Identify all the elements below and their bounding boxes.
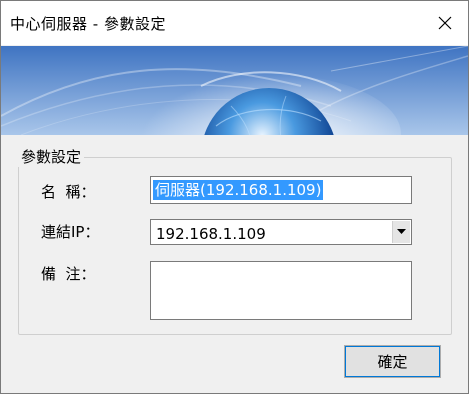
globe-banner-image (1, 46, 468, 135)
close-icon (438, 16, 452, 30)
ip-label: 連結IP： (41, 223, 100, 241)
window-title: 中心伺服器 - 參數設定 (10, 15, 166, 33)
name-input[interactable]: 伺服器(192.168.1.109) (150, 176, 412, 204)
note-textarea[interactable] (150, 261, 412, 320)
close-button[interactable] (422, 1, 468, 45)
group-legend: 參數設定 (18, 146, 85, 167)
ok-button[interactable]: 確定 (344, 345, 441, 378)
name-input-value: 伺服器(192.168.1.109) (153, 180, 324, 200)
name-label: 名 稱： (41, 183, 96, 201)
dialog-window: 中心伺服器 - 參數設定 參數設定 名 稱： 伺服器(192.168.1.109… (0, 0, 469, 394)
note-label: 備 注： (41, 265, 96, 283)
title-bar: 中心伺服器 - 參數設定 (1, 1, 468, 45)
ip-dropdown-button[interactable] (392, 221, 410, 243)
chevron-down-icon (397, 229, 406, 234)
ip-combobox-value: 192.168.1.109 (156, 225, 266, 243)
header-banner (1, 46, 468, 135)
ip-combobox[interactable]: 192.168.1.109 (150, 219, 412, 245)
